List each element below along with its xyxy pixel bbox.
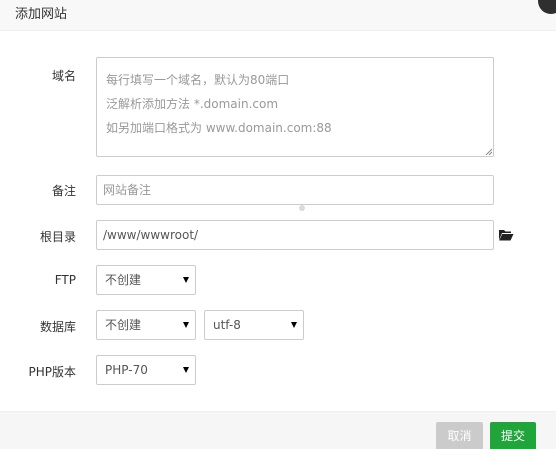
database-label: 数据库 — [39, 320, 76, 334]
dialog-header: 添加网站 — [0, 0, 556, 31]
php-version-select-value: PHP-70 — [105, 363, 148, 377]
watermark-logo — [243, 188, 310, 266]
caret-down-icon — [183, 277, 189, 283]
caret-down-icon — [291, 322, 297, 328]
submit-button[interactable]: 提交 — [490, 422, 536, 449]
domain-label: 域名 — [51, 69, 76, 83]
dialog-footer: 取消 提交 — [0, 411, 556, 449]
caret-down-icon — [183, 367, 189, 373]
ftp-select-value: 不创建 — [105, 273, 142, 287]
folder-open-icon[interactable] — [498, 227, 514, 243]
domain-placeholder-line: 泛解析添加方法 *.domain.com — [106, 97, 279, 111]
domain-textarea[interactable]: 每行填写一个域名，默认为80端口 泛解析添加方法 *.domain.com 如另… — [96, 57, 494, 157]
domain-placeholder-line: 如另加端口格式为 www.domain.com:88 — [106, 121, 332, 135]
database-select[interactable]: 不创建 — [96, 310, 196, 340]
php-label: PHP版本 — [28, 365, 77, 379]
add-site-dialog: 添加网站 域名 每行填写一个域名，默认为80端口 泛解析添加方法 *.domai… — [0, 0, 556, 449]
database-select-value: 不创建 — [105, 318, 142, 332]
charset-select[interactable]: utf-8 — [204, 310, 304, 340]
ftp-label: FTP — [54, 273, 76, 287]
php-version-select[interactable]: PHP-70 — [96, 355, 196, 385]
root-dir-label: 根目录 — [39, 230, 76, 244]
ftp-select[interactable]: 不创建 — [96, 265, 196, 295]
dialog-title: 添加网站 — [15, 7, 68, 22]
resize-grip-icon[interactable] — [485, 148, 492, 155]
domain-placeholder-line: 每行填写一个域名，默认为80端口 — [106, 73, 290, 87]
caret-down-icon — [183, 322, 189, 328]
cancel-button[interactable]: 取消 — [436, 422, 483, 449]
charset-select-value: utf-8 — [213, 318, 241, 332]
remark-label: 备注 — [51, 184, 76, 198]
